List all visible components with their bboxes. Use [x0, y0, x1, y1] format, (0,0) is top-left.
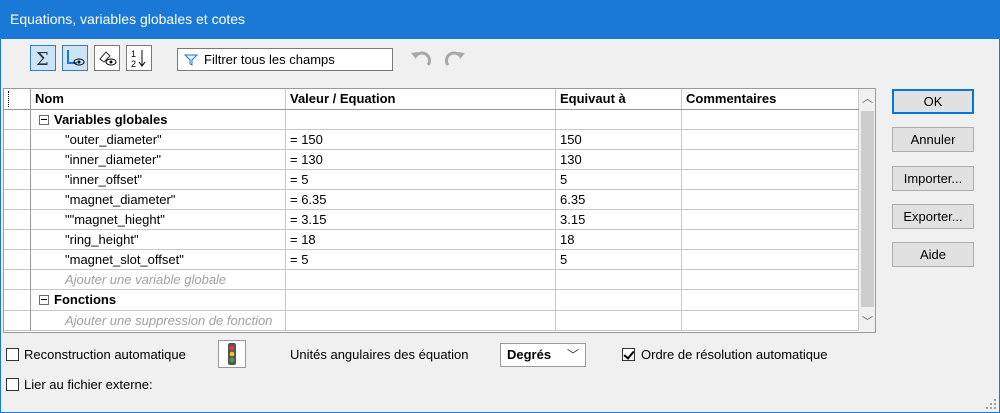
scroll-up-icon[interactable]: ︿ — [861, 91, 874, 107]
variable-comment[interactable] — [682, 130, 859, 150]
collapse-icon[interactable] — [39, 295, 49, 305]
filter-icon — [184, 54, 198, 66]
link-external-checkbox[interactable] — [6, 378, 19, 391]
chevron-down-icon: ﹀ — [566, 348, 579, 362]
variable-comment[interactable] — [682, 170, 859, 190]
column-header-value[interactable]: Valeur / Equation — [286, 89, 556, 109]
add-function-row[interactable]: Ajouter une suppression de fonction — [4, 311, 859, 331]
equations-table: Nom Valeur / Equation Equivaut à Comment… — [3, 88, 876, 333]
svg-text:Σ: Σ — [36, 49, 49, 69]
variable-value[interactable]: = 150 — [286, 130, 556, 150]
table-row[interactable]: "magnet_diameter" = 6.35 6.35 — [4, 190, 859, 210]
variable-value[interactable]: = 18 — [286, 230, 556, 250]
variable-name[interactable]: "ring_height" — [31, 230, 286, 250]
variable-value[interactable]: = 5 — [286, 170, 556, 190]
variable-evaluates: 18 — [556, 230, 682, 250]
variable-evaluates: 150 — [556, 130, 682, 150]
equation-view-icon[interactable]: Σ — [30, 45, 56, 71]
add-function-hint[interactable]: Ajouter une suppression de fonction — [31, 311, 286, 331]
variable-value[interactable]: = 5 — [286, 250, 556, 270]
traffic-light-icon[interactable] — [218, 340, 246, 368]
dimension-view-icon[interactable] — [94, 45, 120, 71]
group-label: Variables globales — [54, 112, 168, 127]
group-row-global-variables[interactable]: Variables globales — [4, 110, 859, 130]
variable-name[interactable]: ""magnet_hieght" — [31, 210, 286, 230]
cancel-button[interactable]: Annuler — [892, 127, 974, 152]
angular-units-value: Degrés — [507, 347, 552, 362]
svg-text:2: 2 — [131, 59, 136, 69]
link-external-label[interactable]: Lier au fichier externe: — [24, 377, 153, 392]
table-row[interactable]: "inner_diameter" = 130 130 — [4, 150, 859, 170]
table-row[interactable]: ""magnet_hieght" = 3.15 3.15 — [4, 210, 859, 230]
variable-evaluates: 5 — [556, 170, 682, 190]
variable-comment[interactable] — [682, 250, 859, 270]
angular-units-label: Unités angulaires des équation — [290, 347, 469, 362]
variable-evaluates: 5 — [556, 250, 682, 270]
variable-evaluates: 3.15 — [556, 210, 682, 230]
help-button[interactable]: Aide — [892, 242, 974, 267]
variable-name[interactable]: "outer_diameter" — [31, 130, 286, 150]
column-header-evaluates[interactable]: Equivaut à — [556, 89, 682, 109]
table-row[interactable]: "ring_height" = 18 18 — [4, 230, 859, 250]
group-label: Fonctions — [54, 292, 117, 307]
row-header-corner[interactable] — [4, 89, 31, 109]
variable-name[interactable]: "magnet_diameter" — [31, 190, 286, 210]
window-title: Equations, variables globales et cotes — [0, 0, 1000, 39]
scrollbar-thumb[interactable] — [861, 111, 874, 307]
variable-comment[interactable] — [682, 230, 859, 250]
variable-value[interactable]: = 130 — [286, 150, 556, 170]
undo-icon[interactable] — [408, 48, 434, 70]
ok-button[interactable]: OK — [892, 89, 974, 114]
redo-icon[interactable] — [442, 48, 468, 70]
scroll-down-icon[interactable]: ﹀ — [861, 314, 874, 330]
collapse-icon[interactable] — [39, 115, 49, 125]
column-header-comments[interactable]: Commentaires — [682, 89, 859, 109]
variable-comment[interactable] — [682, 190, 859, 210]
angular-units-select[interactable]: Degrés ﹀ — [500, 343, 586, 367]
auto-solve-order-checkbox[interactable] — [622, 348, 635, 361]
table-row[interactable]: "outer_diameter" = 150 150 — [4, 130, 859, 150]
variable-name[interactable]: "inner_diameter" — [31, 150, 286, 170]
vertical-scrollbar[interactable]: ︿ ﹀ — [859, 89, 875, 332]
group-row-functions[interactable]: Fonctions — [4, 290, 859, 311]
variable-name[interactable]: "magnet_slot_offset" — [31, 250, 286, 270]
variable-comment[interactable] — [682, 150, 859, 170]
import-button[interactable]: Importer... — [892, 166, 974, 191]
auto-solve-order-label[interactable]: Ordre de résolution automatique — [641, 347, 827, 362]
auto-rebuild-label[interactable]: Reconstruction automatique — [24, 347, 186, 362]
auto-rebuild-checkbox[interactable] — [6, 348, 19, 361]
variable-value[interactable]: = 6.35 — [286, 190, 556, 210]
variable-evaluates: 6.35 — [556, 190, 682, 210]
variable-comment[interactable] — [682, 210, 859, 230]
export-button[interactable]: Exporter... — [892, 204, 974, 229]
filter-label: Filtrer tous les champs — [204, 52, 335, 67]
svg-text:1: 1 — [131, 49, 136, 59]
table-row[interactable]: "magnet_slot_offset" = 5 5 — [4, 250, 859, 270]
table-header: Nom Valeur / Equation Equivaut à Comment… — [4, 89, 859, 110]
add-global-variable-hint[interactable]: Ajouter une variable globale — [31, 270, 286, 290]
resize-grip-icon[interactable] — [985, 398, 997, 410]
column-header-name[interactable]: Nom — [31, 89, 286, 109]
filter-field[interactable]: Filtrer tous les champs — [177, 48, 393, 71]
sketch-equation-view-icon[interactable] — [62, 45, 88, 71]
add-global-variable-row[interactable]: Ajouter une variable globale — [4, 270, 859, 290]
variable-value[interactable]: = 3.15 — [286, 210, 556, 230]
variable-name[interactable]: "inner_offset" — [31, 170, 286, 190]
ordered-view-icon[interactable]: 12 — [126, 45, 152, 71]
table-row[interactable]: "inner_offset" = 5 5 — [4, 170, 859, 190]
variable-evaluates: 130 — [556, 150, 682, 170]
